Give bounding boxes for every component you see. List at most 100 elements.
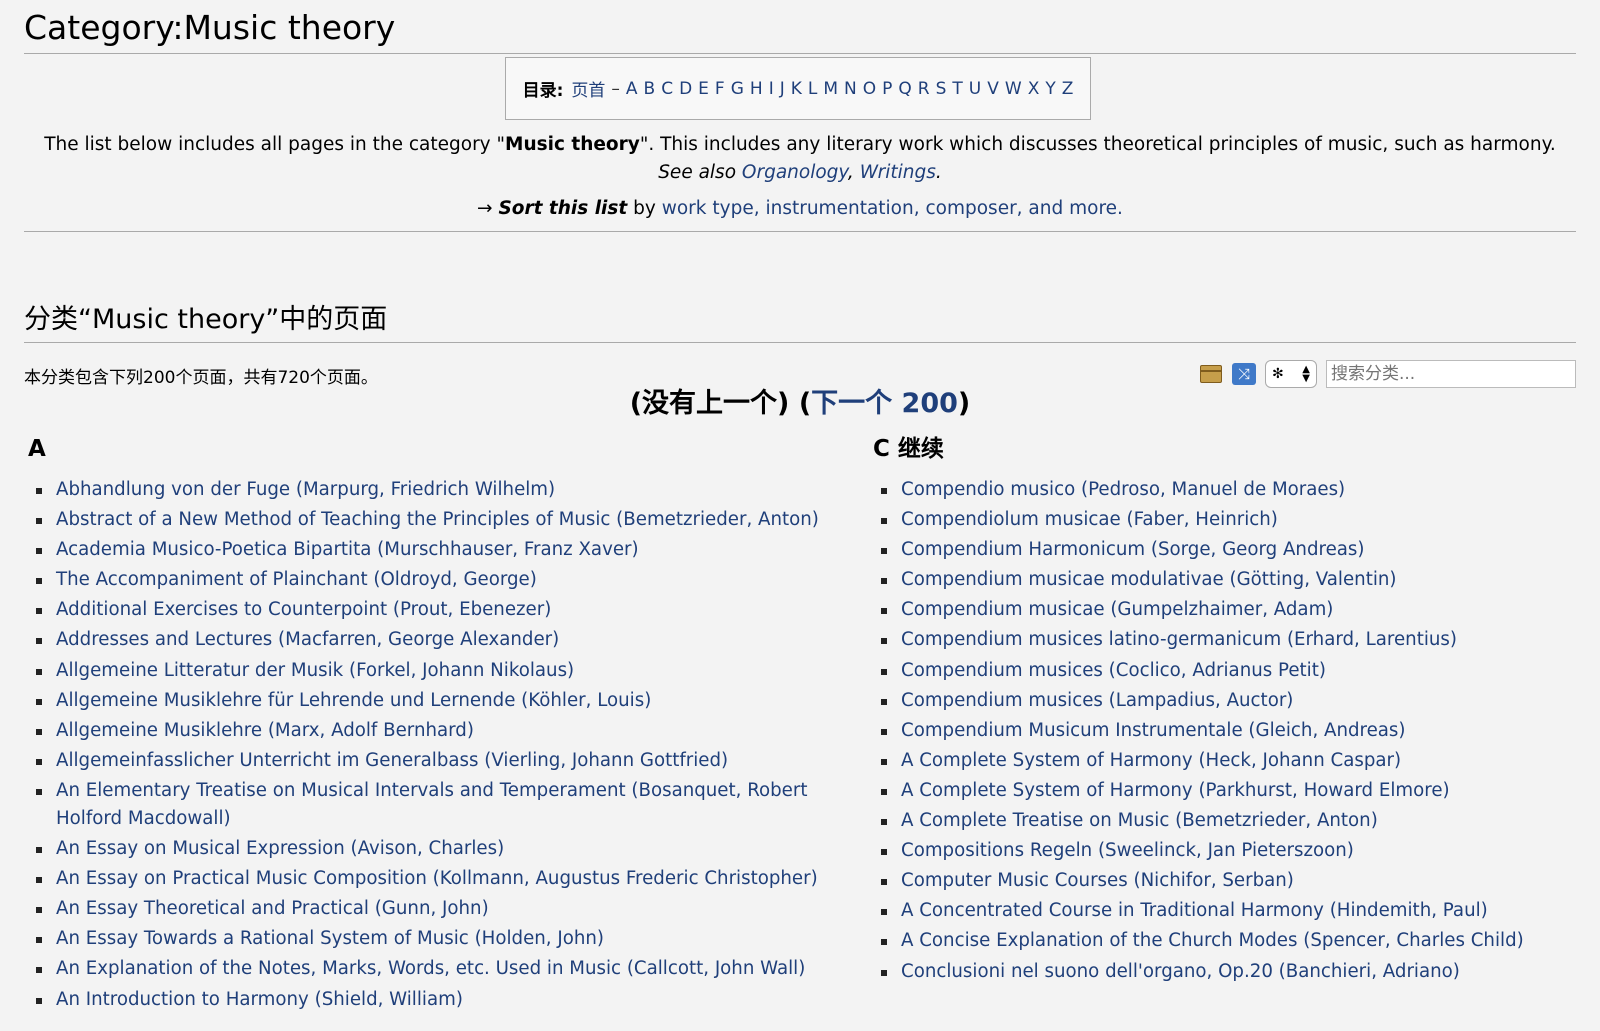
page-link[interactable]: Computer Music Courses (Nichifor, Serban… [901,870,1294,891]
toc-letter-link[interactable]: H [750,79,763,99]
toc-letter-link[interactable]: I [769,79,774,99]
page-link[interactable]: Compendium musicae modulativae (Götting,… [901,569,1397,590]
toc-letter-link[interactable]: J [780,79,785,99]
page-link[interactable]: Compendium musices (Lampadius, Auctor) [901,690,1293,711]
list-item: Compendio musico (Pedroso, Manuel de Mor… [873,476,1563,504]
page-link[interactable]: Addresses and Lectures (Macfarren, Georg… [56,629,559,650]
toc-letter-link[interactable]: N [844,79,857,99]
page-link[interactable]: Academia Musico-Poetica Bipartita (Mursc… [56,539,639,560]
list-item: An Explanation of the Notes, Marks, Word… [28,955,858,983]
page-link[interactable]: An Explanation of the Notes, Marks, Word… [56,958,805,979]
page-link[interactable]: An Essay Theoretical and Practical (Gunn… [56,898,489,919]
page-link[interactable]: Conclusioni nel suono dell'organo, Op.20… [901,961,1460,982]
list-item: An Essay Theoretical and Practical (Gunn… [28,895,858,923]
description-bold: Music theory [505,134,640,155]
page-link[interactable]: A Complete System of Harmony (Heck, Joha… [901,750,1401,771]
page-link[interactable]: Compendium musicae (Gumpelzhaimer, Adam) [901,599,1333,620]
toc-letter-link[interactable]: Y [1045,79,1055,99]
page-link[interactable]: Compendiolum musicae (Faber, Heinrich) [901,509,1278,530]
list-item: Compendium musices (Lampadius, Auctor) [873,687,1563,715]
category-search-input[interactable] [1326,360,1576,388]
toc-letter-link[interactable]: U [969,79,981,99]
sort-link[interactable]: work type, instrumentation, composer, an… [662,198,1123,219]
toc-letter-link[interactable]: R [918,79,930,99]
category-tree-icon[interactable] [1199,363,1223,385]
page-link[interactable]: Allgemeinfasslicher Unterricht im Genera… [56,750,728,771]
list-item: Abstract of a New Method of Teaching the… [28,506,858,534]
page-link[interactable]: An Essay Towards a Rational System of Mu… [56,928,604,949]
toc-letter-link[interactable]: B [644,79,656,99]
next-page-link[interactable]: 下一个 200 [811,388,958,419]
list-item: An Introduction to Harmony (Shield, Will… [28,986,858,1014]
list-item: A Concentrated Course in Traditional Har… [873,897,1563,925]
toc-letter-link[interactable]: Q [898,79,911,99]
toc-letter-link[interactable]: F [715,79,725,99]
page-link[interactable]: Compositions Regeln (Sweelinck, Jan Piet… [901,840,1354,861]
toc-letter-link[interactable]: M [823,79,838,99]
next-paren-close: ) [957,388,971,419]
list-item: Compendium musicae modulativae (Götting,… [873,566,1563,594]
page-link[interactable]: An Essay on Practical Music Composition … [56,868,818,889]
page-link[interactable]: Compendium Harmonicum (Sorge, Georg Andr… [901,539,1364,560]
pager: (没有上一个) (下一个 200) [0,386,1600,422]
toc-home-link[interactable]: 页首 [571,76,605,101]
page-link[interactable]: An Essay on Musical Expression (Avison, … [56,838,504,859]
page-link[interactable]: A Concise Explanation of the Church Mode… [901,930,1524,951]
page-link[interactable]: Allgemeine Musiklehre für Lehrende und L… [56,690,651,711]
toc-letter-link[interactable]: S [936,79,947,99]
see-also-comma: , [847,162,854,183]
page-link[interactable]: A Complete Treatise on Music (Bemetzried… [901,810,1378,831]
toc-separator: – [611,78,620,99]
page-link[interactable]: Abstract of a New Method of Teaching the… [56,509,819,530]
list-item: Compendium Harmonicum (Sorge, Georg Andr… [873,536,1563,564]
page-link[interactable]: A Complete System of Harmony (Parkhurst,… [901,780,1450,801]
page-count-text: 本分类包含下列200个页面，共有720个页面。 [24,368,378,388]
toc-letter-link[interactable]: A [626,79,638,99]
shuffle-icon[interactable]: ⤨ [1232,363,1256,385]
column-heading-a: A [28,436,46,462]
next-paren-open: ( [798,388,812,419]
toc-letter-link[interactable]: W [1005,79,1022,99]
toc-letter-link[interactable]: T [952,79,962,99]
writings-link[interactable]: Writings [860,162,936,183]
list-item: Allgemeine Musiklehre für Lehrende und L… [28,687,858,715]
page-link[interactable]: Allgemeine Litteratur der Musik (Forkel,… [56,660,574,681]
toc-letter-link[interactable]: Z [1062,79,1074,99]
page-link[interactable]: An Elementary Treatise on Musical Interv… [56,780,807,829]
page-link[interactable]: Allgemeine Musiklehre (Marx, Adolf Bernh… [56,720,474,741]
page-link[interactable]: The Accompaniment of Plainchant (Oldroyd… [56,569,537,590]
page-link[interactable]: Compendium Musicum Instrumentale (Gleich… [901,720,1406,741]
list-item: Compendium musices (Coclico, Adrianus Pe… [873,657,1563,685]
page-link[interactable]: A Concentrated Course in Traditional Har… [901,900,1488,921]
prev-page-text: (没有上一个) [629,388,790,419]
toc-letter-link[interactable]: K [791,79,802,99]
organology-link[interactable]: Organology [742,162,848,183]
page-link[interactable]: An Introduction to Harmony (Shield, Will… [56,989,463,1010]
toc-letter-link[interactable]: D [679,79,692,99]
toc-letter-link[interactable]: G [731,79,744,99]
section-heading: 分类“Music theory”中的页面 [24,302,1576,343]
list-item: Allgemeinfasslicher Unterricht im Genera… [28,747,858,775]
page-link[interactable]: Additional Exercises to Counterpoint (Pr… [56,599,551,620]
toc-letter-link[interactable]: V [987,79,999,99]
toc-letter-link[interactable]: O [863,79,876,99]
toc-letter-link[interactable]: P [882,79,892,99]
category-description: The list below includes all pages in the… [24,131,1576,187]
toc-letter-link[interactable]: L [808,79,817,99]
toc-letter-link[interactable]: C [661,79,673,99]
description-text-1: The list below includes all pages in the… [44,134,506,155]
list-item: Academia Musico-Poetica Bipartita (Mursc… [28,536,858,564]
toc-letter-link[interactable]: E [698,79,709,99]
page-list-left: Abhandlung von der Fuge (Marpurg, Friedr… [28,476,858,1014]
list-item: Compositions Regeln (Sweelinck, Jan Piet… [873,837,1563,865]
page-title: Category:Music theory [24,6,1576,54]
sort-select[interactable]: ✻ ▲ ▼ [1265,360,1317,388]
box-icon [1200,365,1222,383]
arrow-icon: → [477,198,493,219]
list-item: Compendiolum musicae (Faber, Heinrich) [873,506,1563,534]
page-link[interactable]: Compendium musices (Coclico, Adrianus Pe… [901,660,1326,681]
page-link[interactable]: Compendio musico (Pedroso, Manuel de Mor… [901,479,1345,500]
page-link[interactable]: Compendium musices latino-germanicum (Er… [901,629,1457,650]
page-link[interactable]: Abhandlung von der Fuge (Marpurg, Friedr… [56,479,555,500]
toc-letter-link[interactable]: X [1028,79,1040,99]
